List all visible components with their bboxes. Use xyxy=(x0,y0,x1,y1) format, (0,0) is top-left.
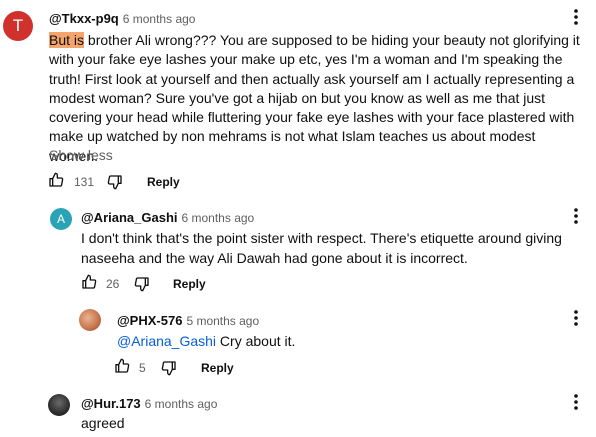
thumbs-down-icon xyxy=(161,361,176,376)
reply-text: I don't think that's the point sister wi… xyxy=(81,230,562,266)
reply-header: @Ariana_Gashi 6 months ago xyxy=(81,209,254,227)
like-button[interactable] xyxy=(48,172,64,188)
avatar[interactable] xyxy=(79,309,101,331)
reply-timestamp[interactable]: 6 months ago xyxy=(145,397,218,411)
reply-menu-button[interactable] xyxy=(567,393,585,411)
dislike-button[interactable] xyxy=(134,276,150,292)
like-count: 131 xyxy=(74,175,95,189)
reply-text-rest: Cry about it. xyxy=(216,333,296,349)
avatar[interactable]: T xyxy=(3,11,33,41)
like-button[interactable] xyxy=(114,358,130,374)
thumbs-down-icon xyxy=(134,277,149,292)
avatar[interactable]: A xyxy=(50,208,72,230)
like-count: 5 xyxy=(139,361,146,375)
reply-text: agreed xyxy=(81,415,125,431)
avatar[interactable] xyxy=(48,394,70,416)
more-vert-icon xyxy=(574,9,578,25)
thumbs-down-icon xyxy=(107,175,122,190)
reply-button[interactable]: Reply xyxy=(173,277,206,291)
mention-link[interactable]: @Ariana_Gashi xyxy=(117,333,216,349)
more-vert-icon xyxy=(574,310,578,326)
reply-timestamp[interactable]: 6 months ago xyxy=(182,211,255,225)
thumbs-up-icon xyxy=(49,172,64,187)
reply-menu-button[interactable] xyxy=(567,309,585,327)
comment-timestamp[interactable]: 6 months ago xyxy=(123,12,196,26)
reply-header: @Hur.173 6 months ago xyxy=(81,395,217,413)
thumbs-up-icon xyxy=(115,358,130,373)
more-vert-icon xyxy=(574,208,578,224)
reply-author[interactable]: @Hur.173 xyxy=(81,396,141,411)
reply-button[interactable]: Reply xyxy=(201,361,234,375)
reply-header: @PHX-576 5 months ago xyxy=(117,312,259,330)
avatar-letter: T xyxy=(12,16,24,35)
dislike-button[interactable] xyxy=(161,360,177,376)
comment-author[interactable]: @Tkxx-p9q xyxy=(49,11,119,26)
reply-button[interactable]: Reply xyxy=(147,175,180,189)
like-button[interactable] xyxy=(81,274,97,290)
highlighted-text: But is xyxy=(49,32,85,48)
reply-menu-button[interactable] xyxy=(567,207,585,225)
show-less-button[interactable]: Show less xyxy=(49,147,113,163)
comment-text: But is brother Ali wrong??? You are supp… xyxy=(49,31,581,166)
like-count: 26 xyxy=(106,277,120,291)
reply-timestamp[interactable]: 5 months ago xyxy=(186,314,259,328)
comment-menu-button[interactable] xyxy=(567,8,585,26)
reply-author[interactable]: @PHX-576 xyxy=(117,313,182,328)
reply-author[interactable]: @Ariana_Gashi xyxy=(81,210,178,225)
dislike-button[interactable] xyxy=(107,174,123,190)
more-vert-icon xyxy=(574,394,578,410)
comment-header: @Tkxx-p9q 6 months ago xyxy=(49,10,195,28)
thumbs-up-icon xyxy=(82,274,97,289)
comment-text-rest: brother Ali wrong??? You are supposed to… xyxy=(49,32,580,164)
reply-text: @Ariana_Gashi Cry about it. xyxy=(117,332,567,351)
avatar-letter: A xyxy=(56,212,65,226)
